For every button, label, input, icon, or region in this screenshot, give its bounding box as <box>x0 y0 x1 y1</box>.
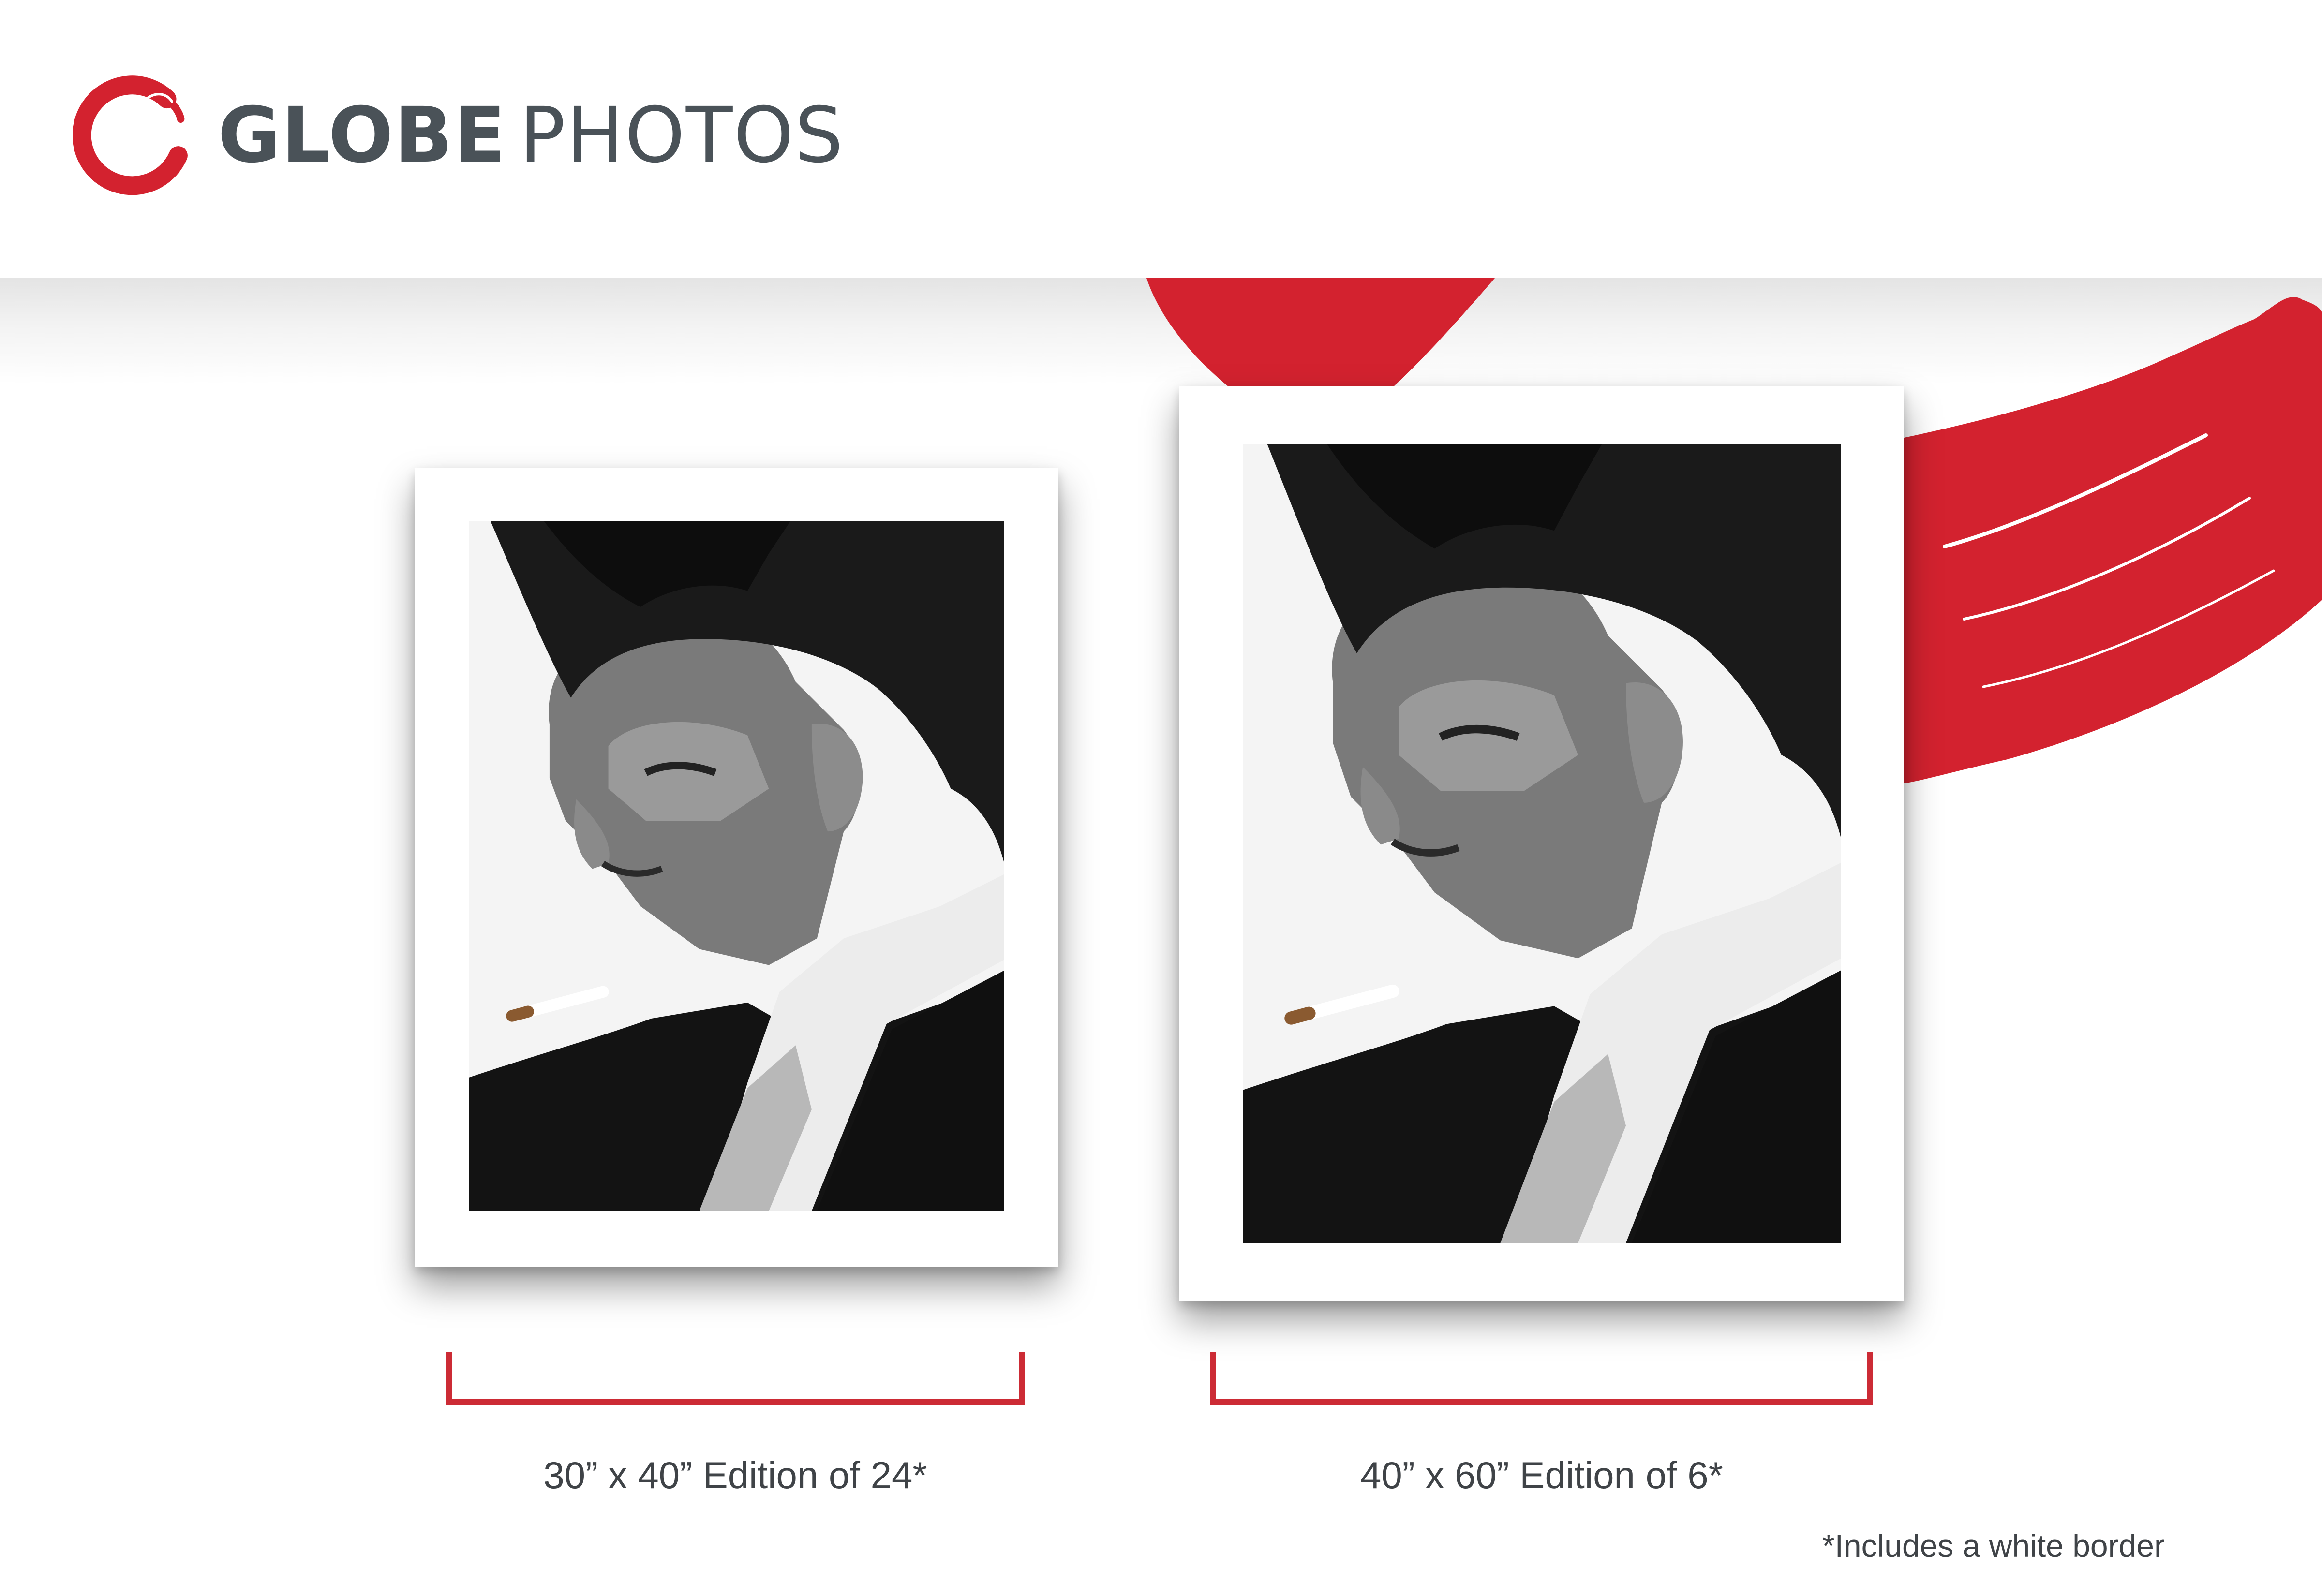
site-header: GLOBE PHOTOS <box>0 0 2322 278</box>
brand-name-bold: GLOBE <box>218 91 507 180</box>
size-bracket-large <box>1210 1352 1873 1405</box>
edition-label-small: 30” x 40” Edition of 24* <box>543 1454 927 1496</box>
brand-name-light: PHOTOS <box>519 91 845 180</box>
brand-name: GLOBE PHOTOS <box>218 97 844 174</box>
portrait-photo <box>469 521 1004 1211</box>
border-footnote: *Includes a white border <box>1822 1528 2165 1564</box>
brand-logo[interactable]: GLOBE PHOTOS <box>73 73 844 198</box>
size-bracket-small <box>446 1352 1025 1405</box>
portrait-photo <box>1243 444 1841 1243</box>
globe-logo-icon <box>73 75 188 195</box>
print-40x60[interactable] <box>1179 386 1904 1301</box>
print-30x40[interactable] <box>415 468 1058 1267</box>
edition-label-large: 40” x 60” Edition of 6* <box>1360 1454 1724 1496</box>
